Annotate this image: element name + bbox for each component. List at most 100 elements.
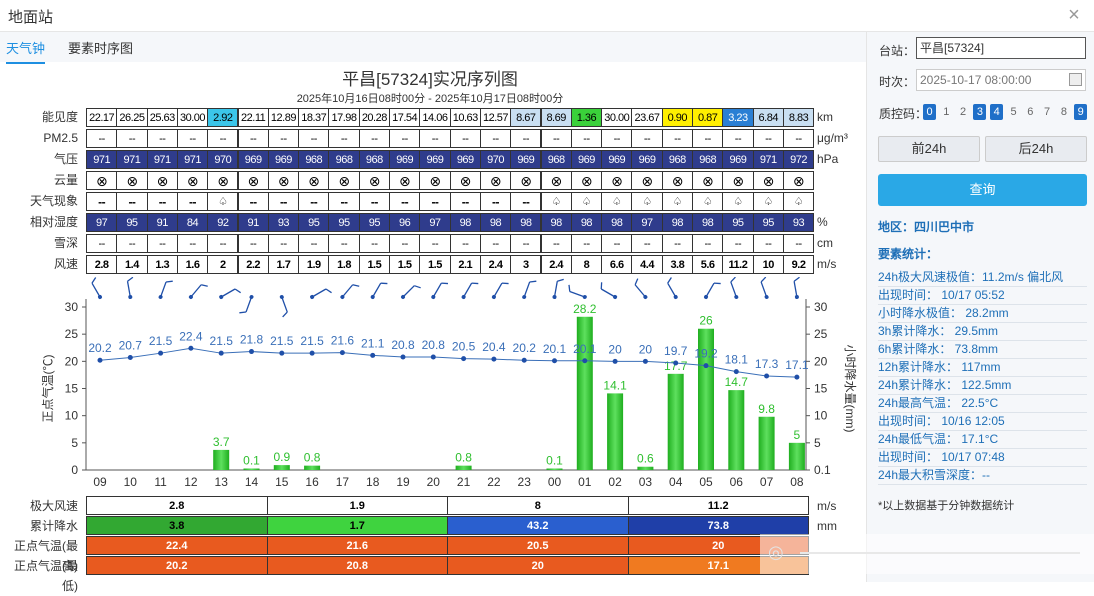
cell-5-12: 98: [449, 213, 481, 232]
qc-code-4[interactable]: 4: [990, 104, 1004, 120]
tab-element-timeseries[interactable]: 要素时序图: [68, 38, 133, 57]
close-icon[interactable]: ×: [1064, 5, 1084, 25]
rain-label: 0.8: [455, 451, 472, 465]
right-tick-label: 0.1: [814, 463, 831, 477]
cell-7-8: 1.8: [328, 255, 360, 274]
cell-7-17: 6.6: [601, 255, 633, 274]
cell-7-7: 1.9: [298, 255, 330, 274]
summary-table: 极大风速 m/s 2.8 1.9 8 11.2 累计降水 mm 3.8 1.7 43.2 73.8 正点…: [0, 496, 866, 593]
cell-4-7: --: [298, 192, 330, 211]
query-button[interactable]: 查询: [878, 174, 1087, 206]
time-input[interactable]: 2025-10-17 08:00:00: [916, 69, 1086, 91]
cell-4-13: --: [479, 192, 512, 211]
cell-6-20: --: [692, 234, 724, 253]
cell-5-15: 98: [540, 213, 572, 232]
cell-3-19: ⊗: [661, 171, 693, 190]
temp-label: 21.8: [240, 333, 264, 347]
cell-0-6: 12.89: [267, 108, 300, 127]
cell-3-4: ⊗: [207, 171, 239, 190]
cell-1-19: --: [661, 129, 693, 148]
cell-1-10: --: [389, 129, 421, 148]
cell-6-11: --: [419, 234, 451, 253]
left-tick-label: 5: [71, 436, 78, 450]
x-tick-label: 20: [427, 475, 441, 489]
temp-label: 20.1: [543, 342, 567, 356]
left-tick-label: 20: [65, 354, 79, 368]
temp-label: 20.5: [452, 340, 476, 354]
cell-7-4: 2: [207, 255, 239, 274]
qc-code-7[interactable]: 7: [1041, 104, 1054, 120]
cell-4-19: ♤: [661, 192, 693, 211]
qc-code-1[interactable]: 1: [940, 104, 953, 120]
cell-0-0: 22.17: [86, 108, 118, 127]
station-input[interactable]: 平昌[57324]: [916, 37, 1086, 59]
cell-6-22: --: [752, 234, 784, 253]
qc-code-6[interactable]: 6: [1024, 104, 1037, 120]
cell-1-20: --: [692, 129, 724, 148]
temp-label: 20.7: [119, 339, 143, 353]
cell-4-10: --: [389, 192, 421, 211]
right-tick-label: 10: [814, 409, 828, 423]
wind-barb-icon: [491, 282, 509, 299]
row-label-3: 云量: [53, 173, 78, 187]
cell-4-1: --: [116, 192, 148, 211]
cell-6-10: --: [389, 234, 421, 253]
temp-point: [582, 358, 588, 364]
rain-bar: [758, 416, 775, 470]
cell-7-9: 1.5: [358, 255, 390, 274]
summary-cell-2-0: 22.4: [86, 536, 268, 555]
cell-7-16: 8: [570, 255, 603, 274]
cell-2-12: 969: [449, 150, 481, 169]
cell-5-5: 91: [237, 213, 269, 232]
calendar-icon[interactable]: [1069, 73, 1082, 86]
next-24h-button[interactable]: 后24h: [985, 136, 1087, 162]
qc-code-3[interactable]: 3: [973, 104, 987, 120]
x-tick-label: 05: [699, 475, 713, 489]
cell-6-12: --: [449, 234, 481, 253]
query-panel: 台站： 平昌[57324] 时次： 2025-10-17 08:00:00 质控…: [866, 32, 1094, 582]
cell-4-15: ♤: [540, 192, 572, 211]
wind-barb-icon: [793, 277, 800, 299]
rain-bar: [304, 465, 321, 470]
right-tick-label: 25: [814, 327, 828, 341]
temp-label: 21.5: [149, 334, 173, 348]
cell-7-10: 1.5: [389, 255, 421, 274]
cell-2-8: 968: [328, 150, 360, 169]
row-label-4: 天气现象: [29, 194, 78, 208]
cell-0-16: 1.36: [570, 108, 603, 127]
left-tick-label: 15: [65, 382, 79, 396]
temp-point: [430, 354, 436, 360]
cell-0-1: 26.25: [116, 108, 148, 127]
cell-3-10: ⊗: [389, 171, 421, 190]
rain-bar: [243, 468, 260, 470]
cell-3-14: ⊗: [510, 171, 542, 190]
rain-bar: [273, 465, 290, 470]
prev-24h-button[interactable]: 前24h: [878, 136, 980, 162]
summary-cell-0-2: 8: [447, 496, 629, 515]
qc-code-9[interactable]: 9: [1074, 104, 1088, 120]
cell-4-11: --: [419, 192, 451, 211]
qc-code-0[interactable]: 0: [923, 104, 936, 120]
tab-weather-clock[interactable]: 天气钟: [6, 38, 46, 64]
cell-2-1: 971: [116, 150, 148, 169]
temp-point: [461, 356, 467, 362]
cell-3-16: ⊗: [570, 171, 603, 190]
qc-code-2[interactable]: 2: [957, 104, 970, 120]
qc-code-8[interactable]: 8: [1057, 104, 1070, 120]
row-label-2: 气压: [53, 152, 78, 166]
cell-6-7: --: [298, 234, 330, 253]
cell-5-22: 95: [752, 213, 784, 232]
cell-2-4: 970: [207, 150, 239, 169]
cell-7-11: 1.5: [419, 255, 451, 274]
summary-label-0: 极大风速: [29, 499, 78, 513]
cell-4-3: --: [176, 192, 209, 211]
cell-7-19: 3.8: [661, 255, 693, 274]
cell-5-2: 91: [146, 213, 178, 232]
cell-7-14: 3: [510, 255, 542, 274]
qc-code-5[interactable]: 5: [1007, 104, 1020, 120]
cell-7-21: 11.2: [722, 255, 754, 274]
cell-0-3: 30.00: [176, 108, 209, 127]
wind-barb-icon: [310, 288, 332, 299]
temp-point: [521, 357, 527, 363]
temp-label: 18.1: [725, 353, 749, 367]
